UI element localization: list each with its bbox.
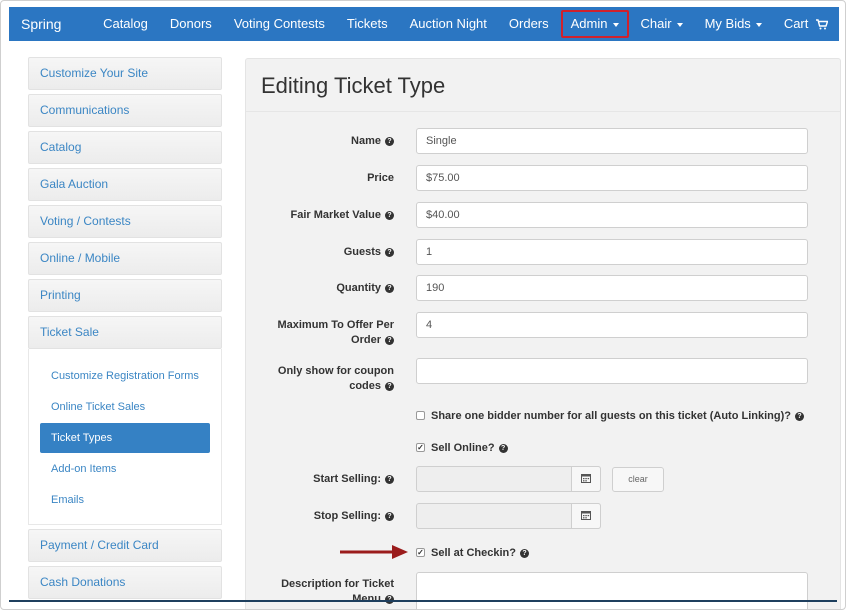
- fmv-label: Fair Market Value?: [290, 208, 394, 223]
- nav-tickets[interactable]: Tickets: [336, 7, 399, 41]
- fmv-label-text: Fair Market Value: [290, 209, 382, 221]
- sell-online-row: ✓ Sell Online??: [416, 441, 508, 455]
- calendar-icon: [581, 474, 591, 483]
- nav-cart[interactable]: Cart: [773, 7, 839, 41]
- quantity-label-text: Quantity: [336, 282, 381, 294]
- help-icon[interactable]: ?: [385, 210, 394, 220]
- max-offer-label-line1: Maximum To Offer Per: [277, 319, 394, 331]
- help-icon[interactable]: ?: [385, 283, 394, 293]
- nav-donors[interactable]: Donors: [159, 7, 223, 41]
- name-label: Name?: [351, 134, 394, 149]
- clear-dates-button[interactable]: clear: [612, 467, 664, 492]
- price-label: Price: [367, 172, 394, 184]
- sell-online-checkbox[interactable]: ✓: [416, 442, 425, 452]
- start-selling-calendar-button[interactable]: [571, 466, 601, 492]
- sidebar-item-gala-auction[interactable]: Gala Auction: [28, 168, 222, 201]
- nav-auction-night[interactable]: Auction Night: [399, 7, 498, 41]
- max-offer-field[interactable]: 4: [416, 312, 808, 338]
- bottom-border: [9, 600, 837, 602]
- coupon-label-line2: codes: [349, 380, 381, 392]
- sell-checkin-label: Sell at Checkin?: [431, 547, 516, 559]
- sell-online-label: Sell Online?: [431, 442, 495, 454]
- guests-field[interactable]: 1: [416, 239, 808, 265]
- app-frame: Spring Auction Catalog Donors Voting Con…: [0, 0, 846, 610]
- share-bidder-checkbox[interactable]: [416, 410, 425, 420]
- stop-selling-label: Stop Selling:?: [314, 509, 394, 524]
- coupon-label-line1: Only show for coupon: [277, 365, 394, 377]
- sidebar-item-catalog[interactable]: Catalog: [28, 131, 222, 164]
- page-title: Editing Ticket Type: [261, 73, 446, 98]
- sidebar-subitem-ticket-types[interactable]: Ticket Types: [40, 423, 210, 453]
- share-bidder-row: Share one bidder number for all guests o…: [416, 409, 804, 423]
- help-icon[interactable]: ?: [498, 443, 508, 453]
- nav-my-bids-label: My Bids: [704, 16, 751, 31]
- sidebar-item-cash-donations[interactable]: Cash Donations: [28, 566, 222, 599]
- sidebar-subitem-registration-forms[interactable]: Customize Registration Forms: [40, 361, 210, 391]
- sidebar-item-payment-credit-card[interactable]: Payment / Credit Card: [28, 529, 222, 562]
- nav-cart-label: Cart: [783, 16, 809, 31]
- sidebar-item-ticket-sale[interactable]: Ticket Sale: [28, 316, 222, 349]
- help-icon[interactable]: ?: [385, 136, 394, 146]
- nav-catalog[interactable]: Catalog: [92, 7, 159, 41]
- brand-link[interactable]: Spring Auction: [9, 7, 92, 66]
- sidebar-subitem-add-on-items[interactable]: Add-on Items: [40, 454, 210, 484]
- help-icon[interactable]: ?: [385, 474, 394, 484]
- description-label: Description for Ticket Menu?: [281, 577, 394, 607]
- price-field[interactable]: $75.00: [416, 165, 808, 191]
- chevron-down-icon: [755, 22, 762, 27]
- description-textarea[interactable]: [416, 572, 808, 609]
- sell-checkin-checkbox[interactable]: ✓: [416, 547, 425, 557]
- coupon-label-line2-wrap: codes?: [278, 379, 394, 394]
- sell-checkin-row: ✓ Sell at Checkin??: [416, 546, 529, 560]
- stop-selling-label-text: Stop Selling:: [313, 510, 381, 522]
- nav-chair-label: Chair: [640, 16, 672, 31]
- shopping-cart-icon: [816, 19, 828, 30]
- sidebar-item-online-mobile[interactable]: Online / Mobile: [28, 242, 222, 275]
- help-icon[interactable]: ?: [519, 548, 529, 558]
- top-navbar: Spring Auction Catalog Donors Voting Con…: [9, 7, 839, 66]
- chevron-down-icon: [676, 22, 683, 27]
- sidebar-item-customize-site[interactable]: Customize Your Site: [28, 57, 222, 90]
- share-bidder-label: Share one bidder number for all guests o…: [431, 410, 791, 422]
- guests-label-text: Guests: [343, 246, 381, 258]
- name-label-text: Name: [351, 135, 381, 147]
- calendar-icon: [581, 511, 591, 520]
- guests-label: Guests?: [344, 245, 394, 260]
- fmv-field[interactable]: $40.00: [416, 202, 808, 228]
- coupon-label: Only show for coupon codes?: [278, 364, 394, 394]
- sidebar-item-voting-contests[interactable]: Voting / Contests: [28, 205, 222, 238]
- help-icon[interactable]: ?: [385, 511, 394, 521]
- nav-voting-contests[interactable]: Voting Contests: [223, 7, 336, 41]
- admin-sidebar: Customize Your Site Communications Catal…: [28, 57, 222, 603]
- sidebar-subitem-online-ticket-sales[interactable]: Online Ticket Sales: [40, 392, 210, 422]
- quantity-label: Quantity?: [336, 281, 394, 296]
- max-offer-label: Maximum To Offer Per Order?: [277, 318, 394, 348]
- admin-highlight-box: [560, 10, 629, 38]
- nav-orders[interactable]: Orders: [498, 7, 560, 41]
- help-icon[interactable]: ?: [385, 381, 394, 391]
- description-label-line1: Description for Ticket: [281, 578, 394, 590]
- annotation-arrow-icon: [340, 545, 408, 559]
- coupon-codes-field[interactable]: [416, 358, 808, 384]
- max-offer-label-line2: Order: [351, 334, 381, 346]
- name-field[interactable]: Single: [416, 128, 808, 154]
- sidebar-item-printing[interactable]: Printing: [28, 279, 222, 312]
- ticket-sale-submenu: Customize Registration Forms Online Tick…: [28, 349, 222, 525]
- start-selling-label-text: Start Selling:: [313, 473, 381, 485]
- help-icon[interactable]: ?: [385, 335, 394, 345]
- help-icon[interactable]: ?: [794, 411, 804, 421]
- edit-ticket-type-panel: Editing Ticket Type Name? Single Price $…: [245, 58, 841, 609]
- sidebar-item-communications[interactable]: Communications: [28, 94, 222, 127]
- nav-admin-dropdown[interactable]: Admin: [560, 7, 630, 41]
- start-selling-label: Start Selling:?: [313, 472, 394, 487]
- stop-selling-calendar-button[interactable]: [571, 503, 601, 529]
- description-label-line2: Menu: [352, 593, 381, 605]
- max-offer-label-line2-wrap: Order?: [277, 333, 394, 348]
- sidebar-subitem-emails[interactable]: Emails: [40, 485, 210, 515]
- help-icon[interactable]: ?: [385, 247, 394, 257]
- title-divider: [246, 111, 840, 112]
- quantity-field[interactable]: 190: [416, 275, 808, 301]
- nav-my-bids-dropdown[interactable]: My Bids: [694, 7, 773, 41]
- nav-chair-dropdown[interactable]: Chair: [630, 7, 694, 41]
